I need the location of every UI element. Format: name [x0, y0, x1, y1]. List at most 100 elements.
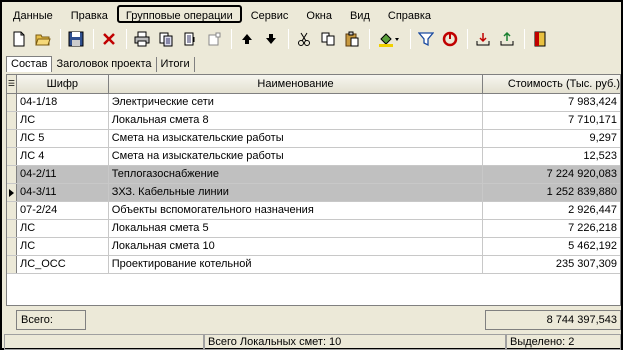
tab-strip: Состав Заголовок проекта Итоги: [6, 56, 621, 72]
cell-name[interactable]: Смета на изыскательские работы: [109, 130, 484, 147]
copy-icon[interactable]: [317, 28, 339, 50]
cell-name[interactable]: ЗХЗ. Кабельные линии: [109, 184, 484, 201]
row-indicator[interactable]: [7, 256, 17, 273]
filter-icon[interactable]: [415, 28, 437, 50]
row-indicator[interactable]: [7, 94, 17, 111]
total-label: Всего:: [16, 310, 86, 330]
cell-code[interactable]: ЛС 5: [17, 130, 109, 147]
cell-code[interactable]: ЛС_ОСС: [17, 256, 109, 273]
tab-composition[interactable]: Состав: [6, 56, 53, 72]
fill-color-icon[interactable]: [374, 28, 404, 50]
menu-bar: Данные Правка Групповые операции Сервис …: [4, 4, 621, 24]
status-panel-empty: [4, 334, 204, 350]
menu-service[interactable]: Сервис: [242, 5, 298, 23]
column-chooser-icon[interactable]: ☰: [7, 75, 17, 93]
cut-icon[interactable]: [293, 28, 315, 50]
toolbar-separator: [369, 29, 370, 49]
table-row[interactable]: ЛС Локальная смета 57 226,218: [7, 220, 620, 238]
cell-cost[interactable]: 7 224 920,083: [483, 166, 620, 183]
cell-code[interactable]: ЛС 4: [17, 148, 109, 165]
cell-name[interactable]: Локальная смета 10: [109, 238, 484, 255]
grid-header: ☰ Шифр Наименование Стоимость (Тыс. руб.…: [7, 75, 620, 94]
cell-code[interactable]: 07-2/24: [17, 202, 109, 219]
table-row[interactable]: ЛС Локальная смета 87 710,171: [7, 112, 620, 130]
copy-doc-icon[interactable]: [155, 28, 177, 50]
cell-cost[interactable]: 2 926,447: [483, 202, 620, 219]
row-indicator[interactable]: [7, 220, 17, 237]
cell-name[interactable]: Проектирование котельной: [109, 256, 484, 273]
cell-cost[interactable]: 9,297: [483, 130, 620, 147]
cell-name[interactable]: Локальная смета 8: [109, 112, 484, 129]
cell-code[interactable]: ЛС: [17, 220, 109, 237]
tab-totals[interactable]: Итоги: [157, 57, 195, 72]
cell-code[interactable]: ЛС: [17, 112, 109, 129]
current-row-marker-icon: [8, 188, 14, 197]
main-window: Данные Правка Групповые операции Сервис …: [0, 0, 623, 350]
tab-project-header[interactable]: Заголовок проекта: [52, 57, 157, 72]
open-folder-icon[interactable]: [32, 28, 54, 50]
column-header-code[interactable]: Шифр: [16, 75, 109, 93]
row-indicator[interactable]: [7, 184, 17, 201]
toolbar-separator: [60, 29, 61, 49]
grid-body: 04-1/18 Электрические сети 7 983,424 ЛС Лока…: [7, 94, 620, 274]
menu-view[interactable]: Вид: [341, 5, 379, 23]
cell-name[interactable]: Объекты вспомогательного назначения: [109, 202, 484, 219]
cell-cost[interactable]: 5 462,192: [483, 238, 620, 255]
column-header-cost[interactable]: Стоимость (Тыс. руб.): [483, 75, 620, 93]
new-doc-icon[interactable]: [8, 28, 30, 50]
cell-name[interactable]: Локальная смета 5: [109, 220, 484, 237]
paste-doc-icon[interactable]: [179, 28, 201, 50]
refresh-icon[interactable]: [439, 28, 461, 50]
cell-cost[interactable]: 7 226,218: [483, 220, 620, 237]
row-indicator[interactable]: [7, 166, 17, 183]
cell-cost[interactable]: 7 710,171: [483, 112, 620, 129]
cell-cost[interactable]: 235 307,309: [483, 256, 620, 273]
table-row[interactable]: 07-2/24 Объекты вспомогательного назначен…: [7, 202, 620, 220]
exit-icon[interactable]: [529, 28, 551, 50]
cell-name[interactable]: Теплогазоснабжение: [109, 166, 484, 183]
table-row[interactable]: ЛС Локальная смета 10 5 462,192: [7, 238, 620, 256]
table-row[interactable]: ЛС 5 Смета на изыскательские работы 9,297: [7, 130, 620, 148]
arrow-up-icon[interactable]: [236, 28, 258, 50]
estimates-grid: ☰ Шифр Наименование Стоимость (Тыс. руб.…: [6, 74, 621, 306]
export-icon[interactable]: [496, 28, 518, 50]
menu-edit[interactable]: Правка: [62, 5, 117, 23]
toolbar-separator: [288, 29, 289, 49]
column-header-name[interactable]: Наименование: [108, 75, 484, 93]
import-icon[interactable]: [472, 28, 494, 50]
table-row[interactable]: ЛС_ОСС Проектирование котельной 235 307,30…: [7, 256, 620, 274]
table-row[interactable]: 04-1/18 Электрические сети 7 983,424: [7, 94, 620, 112]
table-row[interactable]: 04-3/11 ЗХЗ. Кабельные линии 1 252 839,880: [7, 184, 620, 202]
row-indicator[interactable]: [7, 148, 17, 165]
toolbar-separator: [524, 29, 525, 49]
cell-code[interactable]: 04-3/11: [17, 184, 109, 201]
cell-name[interactable]: Электрические сети: [109, 94, 484, 111]
cell-name[interactable]: Смета на изыскательские работы: [109, 148, 484, 165]
cell-cost[interactable]: 1 252 839,880: [483, 184, 620, 201]
row-indicator[interactable]: [7, 202, 17, 219]
totals-row: Всего: 8 744 397,543: [6, 310, 621, 330]
save-icon[interactable]: [65, 28, 87, 50]
row-indicator[interactable]: [7, 130, 17, 147]
print-icon[interactable]: [131, 28, 153, 50]
cell-code[interactable]: ЛС: [17, 238, 109, 255]
table-row[interactable]: ЛС 4 Смета на изыскательские работы 12,523: [7, 148, 620, 166]
row-indicator[interactable]: [7, 238, 17, 255]
menu-data[interactable]: Данные: [4, 5, 62, 23]
menu-windows[interactable]: Окна: [297, 5, 341, 23]
cell-code[interactable]: 04-1/18: [17, 94, 109, 111]
toolbar-separator: [467, 29, 468, 49]
blank-icon[interactable]: [203, 28, 225, 50]
cell-code[interactable]: 04-2/11: [17, 166, 109, 183]
row-indicator[interactable]: [7, 112, 17, 129]
menu-group-operations[interactable]: Групповые операции: [116, 5, 242, 23]
menu-help[interactable]: Справка: [379, 5, 440, 23]
cell-cost[interactable]: 12,523: [483, 148, 620, 165]
cell-cost[interactable]: 7 983,424: [483, 94, 620, 111]
table-row[interactable]: 04-2/11 Теплогазоснабжение 7 224 920,083: [7, 166, 620, 184]
delete-icon[interactable]: [98, 28, 120, 50]
arrow-down-icon[interactable]: [260, 28, 282, 50]
toolbar-separator: [231, 29, 232, 49]
paste-icon[interactable]: [341, 28, 363, 50]
toolbar-separator: [93, 29, 94, 49]
